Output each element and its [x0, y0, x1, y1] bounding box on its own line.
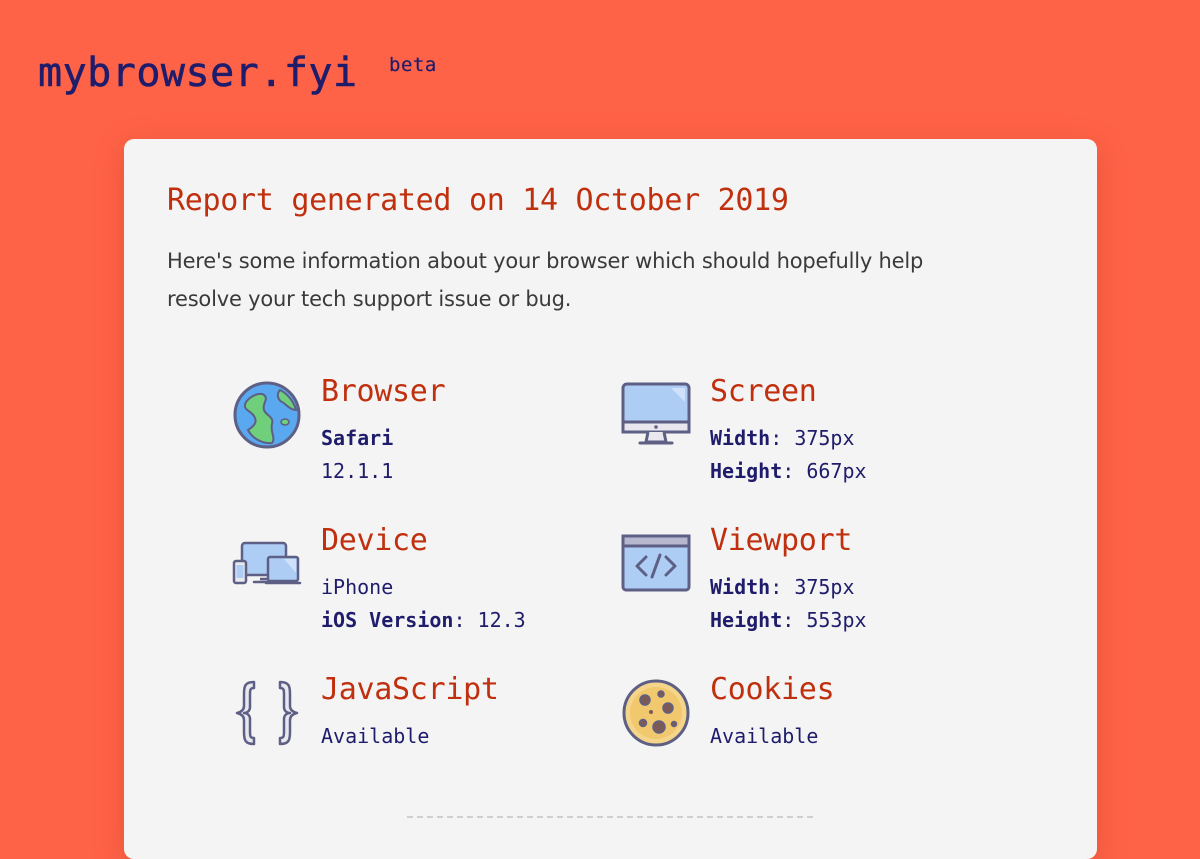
site-logo-text[interactable]: mybrowser.fyi [38, 50, 358, 97]
screen-width-label: Width [710, 426, 771, 450]
viewport-width: Width: 375px [710, 575, 855, 599]
device-os-label: iOS Version [321, 608, 454, 632]
report-title: Report generated on 14 October 2019 [167, 183, 789, 218]
javascript-label: JavaScript [321, 672, 499, 707]
viewport-width-label: Width [710, 575, 771, 599]
viewport-height-value: 553px [806, 608, 867, 632]
viewport-height: Height: 553px [710, 608, 867, 632]
screen-width: Width: 375px [710, 426, 855, 450]
report-intro: Here's some information about your brows… [167, 249, 924, 311]
cookies-label: Cookies [710, 672, 835, 707]
viewport-height-label: Height [710, 608, 783, 632]
screen-height-label: Height [710, 459, 783, 483]
browser-version: 12.1.1 [321, 459, 394, 483]
viewport-section: Viewport Width: 375px Height: 553px [621, 523, 981, 649]
browser-name: Safari [321, 426, 394, 450]
javascript-section: JavaScript Available [232, 672, 592, 798]
site-logo[interactable]: mybrowser.fyi beta [38, 50, 437, 97]
device-section: Device iPhone iOS Version: 12.3 [232, 523, 592, 649]
cookie-icon [621, 678, 691, 748]
code-window-icon [621, 529, 691, 599]
device-label: Device [321, 523, 428, 558]
viewport-width-value: 375px [794, 575, 855, 599]
cookies-section: Cookies Available [621, 672, 981, 798]
screen-height: Height: 667px [710, 459, 867, 483]
screen-height-value: 667px [806, 459, 867, 483]
section-divider [407, 816, 813, 818]
beta-badge: beta [389, 54, 437, 76]
monitor-icon [621, 380, 691, 450]
javascript-status: Available [321, 724, 430, 748]
device-os: iOS Version: 12.3 [321, 608, 526, 632]
cookies-status: Available [710, 724, 819, 748]
curly-braces-icon [232, 678, 302, 748]
viewport-label: Viewport [710, 523, 853, 558]
screen-width-value: 375px [794, 426, 855, 450]
screen-label: Screen [710, 374, 817, 409]
screen-section: Screen Width: 375px Height: 667px [621, 374, 981, 500]
globe-icon [232, 380, 302, 450]
report-card: Report generated on 14 October 2019 Here… [124, 139, 1097, 859]
browser-label: Browser [321, 374, 446, 409]
devices-icon [232, 529, 302, 599]
device-os-value: 12.3 [477, 608, 526, 632]
browser-section: Browser Safari 12.1.1 [232, 374, 592, 500]
device-name: iPhone [321, 575, 394, 599]
